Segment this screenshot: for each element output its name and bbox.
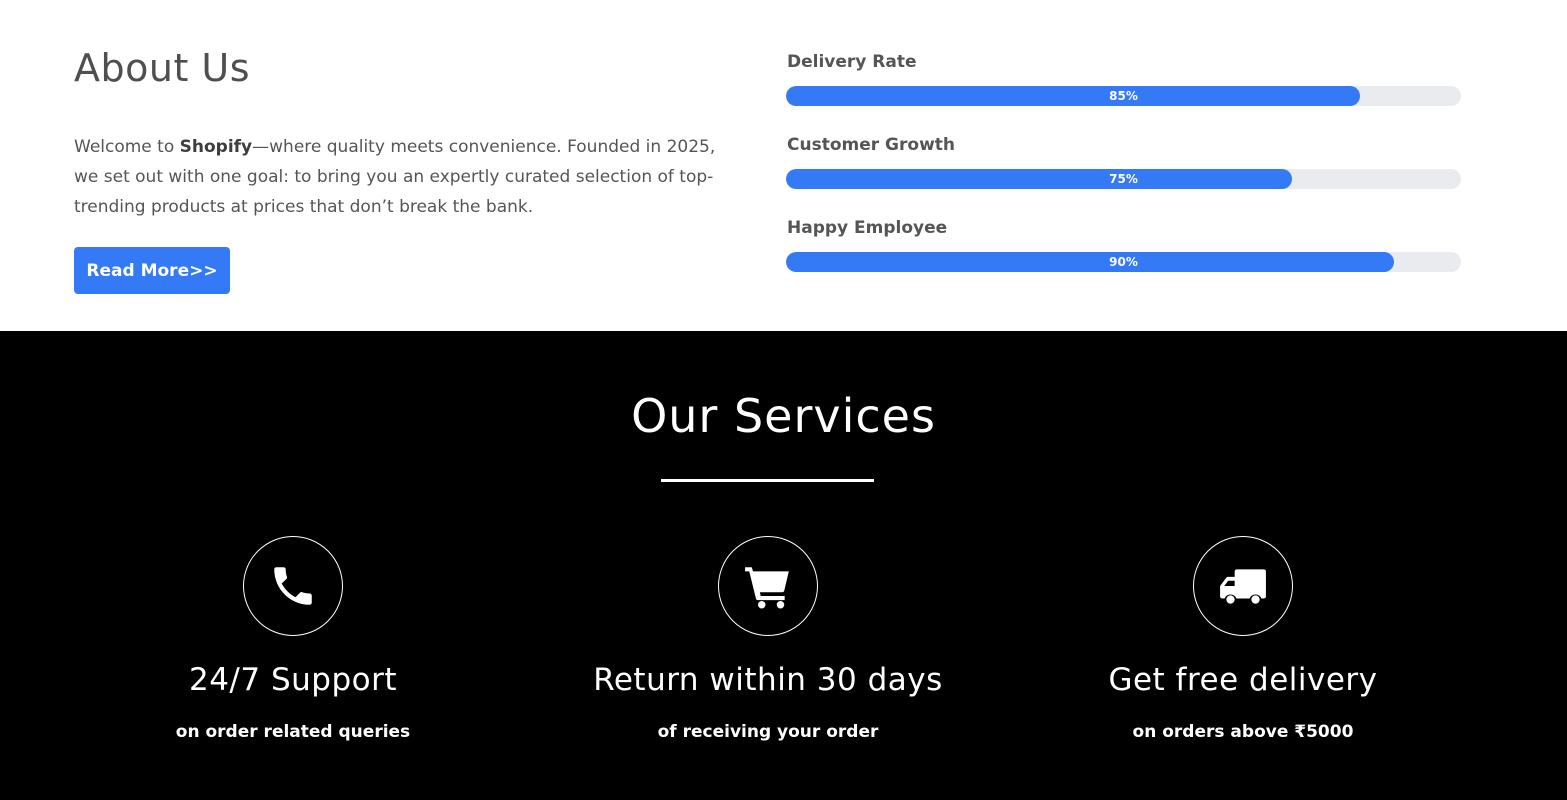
- about-brand: Shopify: [179, 137, 253, 157]
- skill-delivery-rate: Delivery Rate 85%: [786, 50, 1461, 133]
- service-title: Return within 30 days: [593, 662, 943, 698]
- progress-percent: 85%: [1109, 89, 1138, 103]
- about-description: Welcome to Shopify—where quality meets c…: [74, 132, 744, 222]
- service-title: Get free delivery: [1108, 662, 1378, 698]
- service-delivery: Get free delivery on orders above ₹5000: [1043, 536, 1443, 742]
- skill-label: Delivery Rate: [787, 52, 917, 72]
- service-subtitle: on order related queries: [175, 722, 411, 742]
- progress-track: 90%: [786, 252, 1461, 272]
- skill-happy-employee: Happy Employee 90%: [786, 216, 1461, 299]
- progress-track: 85%: [786, 86, 1461, 106]
- service-icon-circle: [243, 536, 343, 636]
- about-section: About Us Welcome to Shopify—where qualit…: [0, 0, 1567, 331]
- progress-percent: 75%: [1109, 172, 1138, 186]
- about-title: About Us: [74, 46, 251, 90]
- service-subtitle: on orders above ₹5000: [1132, 722, 1354, 742]
- skill-label: Happy Employee: [787, 218, 948, 238]
- service-subtitle: of receiving your order: [657, 722, 879, 742]
- service-support: 24/7 Support on order related queries: [93, 536, 493, 742]
- service-icon-circle: [718, 536, 818, 636]
- truck-icon: [1220, 569, 1266, 604]
- title-underline: [661, 479, 874, 482]
- read-more-button[interactable]: Read More>>: [74, 247, 230, 294]
- service-title: 24/7 Support: [188, 662, 397, 698]
- about-text-pre: Welcome to: [74, 137, 180, 157]
- service-icon-circle: [1193, 536, 1293, 636]
- progress-percent: 90%: [1109, 255, 1138, 269]
- skills-panel: Delivery Rate 85% Customer Growth 75% Ha…: [786, 50, 1461, 299]
- cart-icon: [745, 567, 789, 609]
- progress-track: 75%: [786, 169, 1461, 189]
- skill-label: Customer Growth: [787, 135, 955, 155]
- phone-icon: [274, 567, 312, 605]
- services-title: Our Services: [631, 389, 936, 443]
- skill-customer-growth: Customer Growth 75%: [786, 133, 1461, 216]
- service-returns: Return within 30 days of receiving your …: [568, 536, 968, 742]
- services-section: Our Services 24/7 Support on order relat…: [0, 331, 1567, 800]
